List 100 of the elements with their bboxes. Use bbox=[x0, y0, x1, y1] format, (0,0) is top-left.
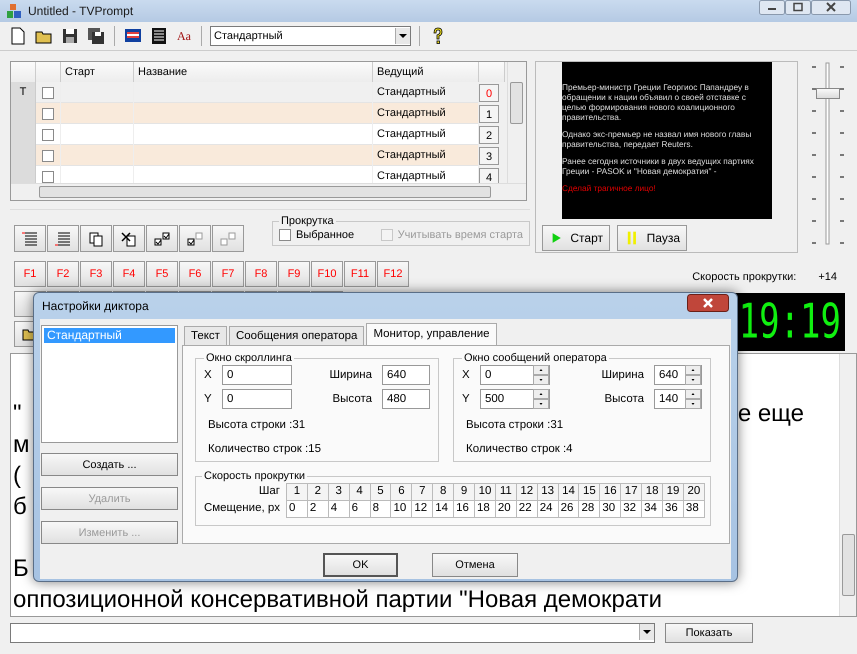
spin-arrows-icon[interactable] bbox=[533, 389, 549, 409]
save-all-icon[interactable] bbox=[86, 26, 106, 46]
offset-cell[interactable]: 16 bbox=[453, 500, 476, 518]
offset-cell[interactable]: 24 bbox=[536, 500, 559, 518]
row-number[interactable]: 3 bbox=[479, 146, 499, 164]
delete-button[interactable] bbox=[113, 225, 145, 252]
save-icon[interactable] bbox=[60, 26, 80, 46]
input-field[interactable]: 0 bbox=[222, 365, 292, 385]
pause-button[interactable]: Пауза bbox=[617, 225, 687, 251]
row-checkbox[interactable] bbox=[42, 150, 54, 162]
row-number[interactable]: 2 bbox=[479, 126, 499, 144]
spin-field[interactable]: 640 bbox=[654, 365, 702, 385]
show-button[interactable]: Показать bbox=[665, 623, 753, 643]
offset-cell[interactable]: 30 bbox=[599, 500, 622, 518]
column-header[interactable]: Ведущий bbox=[373, 62, 479, 82]
editor-text: ( bbox=[13, 461, 21, 491]
minimize-icon[interactable] bbox=[759, 0, 785, 15]
copy-button[interactable] bbox=[80, 225, 112, 252]
row-number[interactable]: 4 bbox=[479, 168, 499, 183]
column-header[interactable]: Название bbox=[134, 62, 373, 82]
spin-field[interactable]: 140 bbox=[654, 389, 702, 409]
spin-arrows-icon[interactable] bbox=[533, 365, 549, 385]
font-button[interactable]: Aa bbox=[175, 28, 193, 44]
insert-line-button[interactable] bbox=[14, 225, 46, 252]
offset-cell[interactable]: 36 bbox=[662, 500, 684, 518]
spin-arrows-icon[interactable] bbox=[685, 365, 701, 385]
offset-cell[interactable]: 4 bbox=[328, 500, 350, 518]
tab[interactable]: Текст bbox=[184, 326, 227, 345]
group-title: Прокрутка bbox=[280, 215, 335, 227]
input-field[interactable]: 480 bbox=[382, 389, 430, 409]
row-checkbox[interactable] bbox=[42, 86, 54, 98]
vertical-scrollbar[interactable] bbox=[839, 354, 856, 616]
field-label: X bbox=[462, 369, 471, 381]
start-button[interactable]: Старт bbox=[542, 225, 610, 251]
app-icon bbox=[6, 3, 22, 19]
offset-cell[interactable]: 20 bbox=[494, 500, 517, 518]
offset-cell[interactable]: 6 bbox=[348, 500, 371, 518]
offset-cell[interactable]: 2 bbox=[306, 500, 329, 518]
step-cell: 16 bbox=[599, 483, 622, 501]
step-cell: 19 bbox=[662, 483, 684, 501]
table-row[interactable]: Стандартный 3 bbox=[11, 145, 505, 166]
row-checkbox[interactable] bbox=[42, 108, 54, 120]
offset-cell[interactable]: 8 bbox=[370, 500, 392, 518]
profile-button[interactable]: Создать ... bbox=[41, 453, 178, 476]
offset-cell[interactable]: 10 bbox=[390, 500, 412, 518]
table-row[interactable]: T Стандартный 0 bbox=[11, 82, 505, 103]
horizontal-scrollbar[interactable] bbox=[11, 183, 526, 200]
option-checkbox[interactable] bbox=[279, 229, 291, 241]
spin-field[interactable]: 0 bbox=[480, 365, 550, 385]
close-icon[interactable] bbox=[811, 0, 851, 15]
message-combo[interactable] bbox=[10, 623, 655, 643]
editor-text: е еще bbox=[738, 399, 805, 429]
vertical-scrollbar[interactable] bbox=[507, 62, 524, 183]
row-checkbox[interactable] bbox=[42, 128, 54, 140]
ok-button[interactable]: OK bbox=[323, 553, 398, 577]
style-select[interactable]: Стандартный bbox=[210, 26, 411, 46]
field-label: Ширина bbox=[600, 369, 645, 381]
offset-cell[interactable]: 0 bbox=[286, 500, 308, 518]
slider-thumb[interactable] bbox=[816, 88, 840, 100]
offset-cell[interactable]: 28 bbox=[578, 500, 600, 518]
column-header bbox=[479, 62, 505, 82]
tab[interactable]: Сообщения оператора bbox=[228, 326, 364, 345]
close-icon[interactable] bbox=[687, 294, 729, 312]
offset-cell[interactable]: 38 bbox=[682, 500, 705, 518]
append-line-icon bbox=[54, 230, 72, 246]
append-line-button[interactable] bbox=[47, 225, 79, 252]
column-header[interactable]: Старт bbox=[61, 62, 134, 82]
row-checkbox[interactable] bbox=[42, 170, 54, 182]
row-number[interactable]: 1 bbox=[479, 104, 499, 122]
offset-cell[interactable]: 34 bbox=[641, 500, 664, 518]
group-title: Окно сообщений оператора bbox=[463, 352, 608, 364]
list-icon[interactable] bbox=[149, 26, 169, 46]
offset-cell[interactable]: 32 bbox=[620, 500, 642, 518]
offset-cell[interactable]: 22 bbox=[516, 500, 538, 518]
tab[interactable]: Монитор, управление bbox=[366, 323, 497, 345]
cancel-button[interactable]: Отмена bbox=[432, 553, 518, 577]
spin-arrows-icon[interactable] bbox=[685, 389, 701, 409]
offset-cell[interactable]: 26 bbox=[558, 500, 580, 518]
preview-text: Сделай трагичное лицо! bbox=[562, 183, 657, 193]
table-row[interactable]: Стандартный 2 bbox=[11, 124, 505, 145]
step-cell: 9 bbox=[453, 483, 476, 501]
uncheck-button[interactable] bbox=[212, 225, 244, 252]
check-one-button[interactable] bbox=[179, 225, 211, 252]
step-cell: 4 bbox=[348, 483, 371, 501]
row-number[interactable]: 0 bbox=[479, 84, 499, 102]
input-field[interactable]: 640 bbox=[382, 365, 430, 385]
offset-cell[interactable]: 14 bbox=[432, 500, 454, 518]
column-header bbox=[36, 62, 61, 82]
input-field[interactable]: 0 bbox=[222, 389, 292, 409]
offset-cell[interactable]: 18 bbox=[474, 500, 496, 518]
play-icon bbox=[551, 231, 562, 245]
offset-cell[interactable]: 12 bbox=[411, 500, 434, 518]
info-text: Количество строк :15 bbox=[207, 443, 322, 455]
step-cell: 10 bbox=[474, 483, 496, 501]
maximize-icon[interactable] bbox=[785, 0, 811, 15]
row-marker: T bbox=[11, 82, 36, 103]
table-row[interactable]: Стандартный 1 bbox=[11, 103, 505, 124]
spin-field[interactable]: 500 bbox=[480, 389, 550, 409]
check-all-button[interactable] bbox=[146, 225, 178, 252]
preview-text: Однако экс-премьер не назвал имя нового главы правительства, передает Reuters. bbox=[562, 129, 752, 149]
